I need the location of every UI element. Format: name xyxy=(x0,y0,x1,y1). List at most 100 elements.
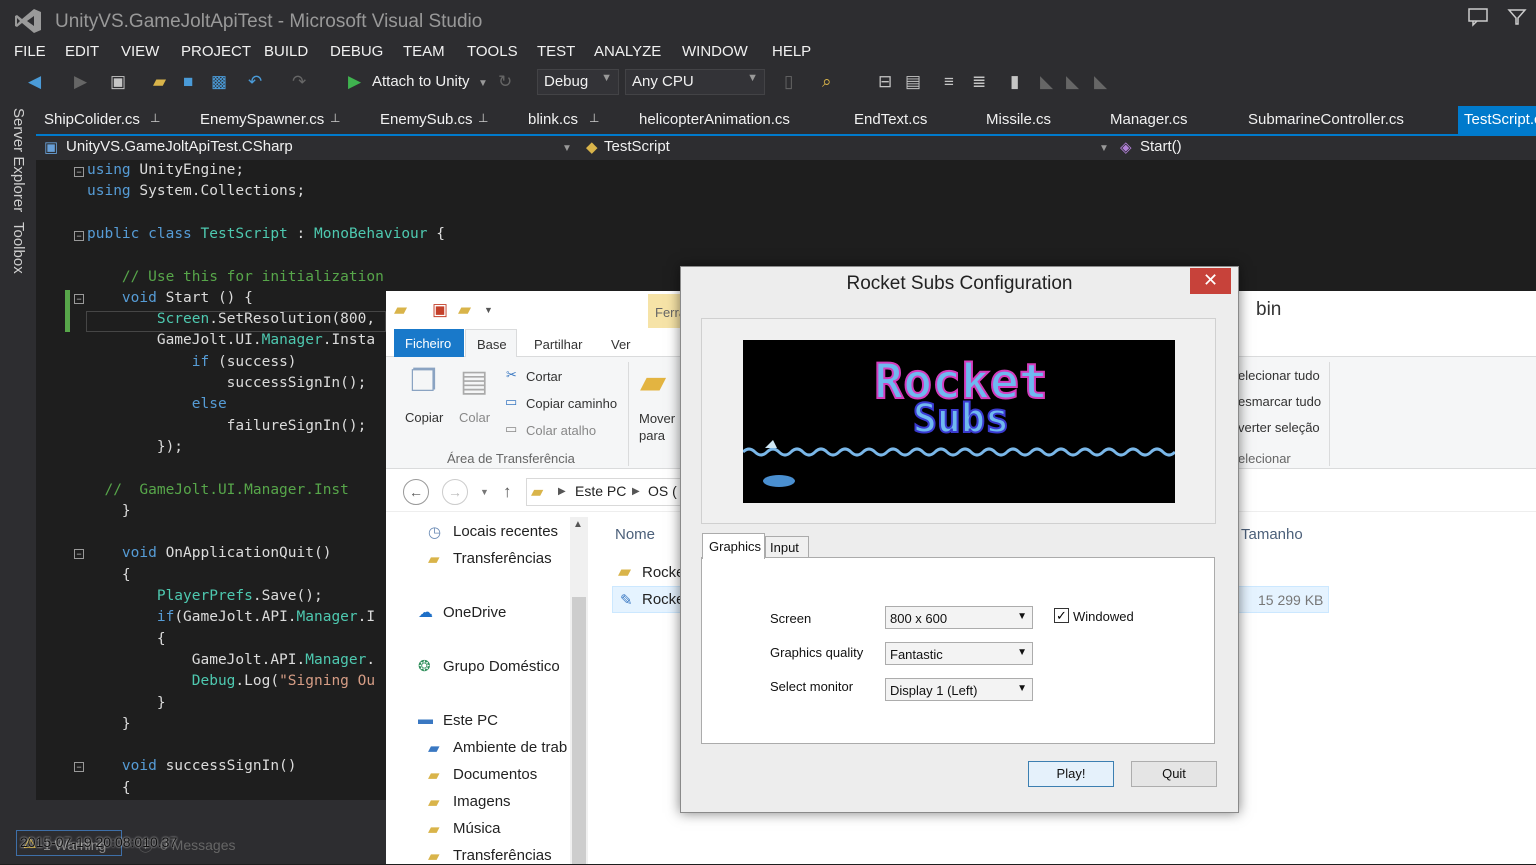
properties-icon[interactable]: ▤ xyxy=(905,72,921,92)
tab-base[interactable]: Base xyxy=(477,337,507,352)
tab-submarinecontroller[interactable]: SubmarineController.cs xyxy=(1248,111,1404,128)
tab-endtext[interactable]: EndText.cs xyxy=(854,111,927,128)
select-none-button[interactable]: esmarcar tudo xyxy=(1238,394,1321,409)
menu-team[interactable]: TEAM xyxy=(403,43,445,60)
uncomment-icon[interactable]: ≣ xyxy=(972,72,986,92)
attach-to-unity-button[interactable]: Attach to Unity xyxy=(372,73,470,90)
tab-input[interactable]: Input xyxy=(765,536,809,558)
tab-ficheiro[interactable]: Ficheiro xyxy=(394,329,464,357)
menu-test[interactable]: TEST xyxy=(537,43,575,60)
recent-locations-icon[interactable]: ▼ xyxy=(480,487,489,497)
fold-toggle-icon[interactable]: − xyxy=(74,231,84,241)
copy-path-button[interactable]: Copiar caminho xyxy=(526,396,617,411)
tab-testscript[interactable]: TestScript.cs xyxy=(1458,106,1536,134)
tab-helicopteranimation[interactable]: helicopterAnimation.cs xyxy=(639,111,790,128)
chevron-right-icon[interactable]: ▶ xyxy=(558,486,566,497)
find-in-files-icon[interactable]: ⌕ xyxy=(822,72,832,92)
graphics-quality-select[interactable]: Fantastic ▼ xyxy=(885,642,1033,665)
fold-toggle-icon[interactable]: − xyxy=(74,549,84,559)
menu-build[interactable]: BUILD xyxy=(264,43,308,60)
file-name[interactable]: Rocke xyxy=(642,564,685,581)
monitor-select[interactable]: Display 1 (Left) ▼ xyxy=(885,678,1033,701)
paste-shortcut-button[interactable]: Colar atalho xyxy=(526,423,596,438)
fold-toggle-icon[interactable]: − xyxy=(74,294,84,304)
tab-graphics[interactable]: Graphics xyxy=(702,533,765,559)
server-explorer-tab[interactable]: Server Explorer xyxy=(10,108,27,212)
back-nav-icon[interactable]: ◀ xyxy=(28,72,41,92)
prev-bookmark-icon[interactable]: ◣ xyxy=(1040,72,1053,92)
redo-icon[interactable]: ↷ xyxy=(292,72,306,92)
member-dropdown[interactable]: Start() xyxy=(1140,138,1182,160)
properties-icon[interactable]: ▣ xyxy=(432,300,448,320)
nav-desktop[interactable]: Ambiente de trab xyxy=(453,739,567,756)
nav-homegroup[interactable]: Grupo Doméstico xyxy=(443,658,560,675)
menu-help[interactable]: HELP xyxy=(772,43,811,60)
nav-pictures[interactable]: Imagens xyxy=(453,793,511,810)
fold-toggle-icon[interactable]: − xyxy=(74,167,84,177)
nav-recent[interactable]: Locais recentes xyxy=(453,523,558,540)
project-dropdown[interactable]: UnityVS.GameJoltApiTest.CSharp xyxy=(66,138,293,160)
menu-tools[interactable]: TOOLS xyxy=(467,43,518,60)
bookmark-icon[interactable]: ▮ xyxy=(1010,72,1019,92)
new-folder-icon[interactable]: ▰ xyxy=(458,300,471,320)
menu-view[interactable]: VIEW xyxy=(121,43,159,60)
menu-project[interactable]: PROJECT xyxy=(181,43,251,60)
forward-icon[interactable]: → xyxy=(442,479,468,505)
nav-scrollbar[interactable]: ▲ xyxy=(570,517,588,864)
clear-bookmarks-icon[interactable]: ◣ xyxy=(1094,72,1107,92)
tab-partilhar[interactable]: Partilhar xyxy=(534,337,582,352)
close-button[interactable]: ✕ xyxy=(1190,268,1231,294)
screen-select[interactable]: 800 x 600 ▼ xyxy=(885,606,1033,629)
nav-music[interactable]: Música xyxy=(453,820,501,837)
tab-blink[interactable]: blink.cs xyxy=(528,111,578,128)
tab-enemyspawner[interactable]: EnemySpawner.cs xyxy=(200,111,324,128)
menu-analyze[interactable]: ANALYZE xyxy=(594,43,661,60)
menu-window[interactable]: WINDOW xyxy=(682,43,748,60)
nav-onedrive[interactable]: OneDrive xyxy=(443,604,506,621)
attach-dropdown-icon[interactable]: ▼ xyxy=(478,78,488,89)
refresh-icon[interactable]: ↻ xyxy=(498,72,512,92)
column-header-name[interactable]: Nome xyxy=(615,526,655,543)
pin-icon[interactable]: ⊥ xyxy=(330,111,340,125)
menu-debug[interactable]: DEBUG xyxy=(330,43,383,60)
device-icon[interactable]: ▯ xyxy=(784,72,793,92)
cut-button[interactable]: Cortar xyxy=(526,369,562,384)
windowed-checkbox[interactable]: ✓ xyxy=(1054,608,1069,623)
nav-this-pc[interactable]: Este PC xyxy=(443,712,498,729)
up-icon[interactable]: ↑ xyxy=(503,482,512,502)
platform-select[interactable]: Any CPU ▼ xyxy=(625,69,765,95)
scrollbar-thumb[interactable] xyxy=(572,597,586,864)
address-segment-os[interactable]: OS ( xyxy=(648,483,677,499)
select-all-button[interactable]: elecionar tudo xyxy=(1238,368,1320,383)
nav-downloads-2[interactable]: Transferências xyxy=(453,847,552,864)
feedback-filter-icon[interactable] xyxy=(1507,7,1527,27)
pin-icon[interactable]: ⊥ xyxy=(478,111,488,125)
tab-ver[interactable]: Ver xyxy=(611,337,631,352)
nav-downloads[interactable]: Transferências xyxy=(453,550,552,567)
chevron-right-icon[interactable]: ▶ xyxy=(632,486,640,497)
save-all-icon[interactable]: ▩ xyxy=(211,72,227,92)
solution-config-select[interactable]: Debug ▼ xyxy=(537,69,619,95)
pin-icon[interactable]: ⊥ xyxy=(150,111,160,125)
paste-button[interactable]: Colar xyxy=(459,410,490,425)
pin-icon[interactable]: ⊥ xyxy=(589,111,599,125)
forward-nav-icon[interactable]: ▶ xyxy=(74,72,87,92)
copy-button[interactable]: Copiar xyxy=(405,410,443,425)
tab-manager[interactable]: Manager.cs xyxy=(1110,111,1188,128)
save-icon[interactable]: ■ xyxy=(183,72,193,92)
next-bookmark-icon[interactable]: ◣ xyxy=(1066,72,1079,92)
tab-shipcolider[interactable]: ShipColider.cs xyxy=(44,111,140,128)
tab-missile[interactable]: Missile.cs xyxy=(986,111,1051,128)
quit-button[interactable]: Quit xyxy=(1131,761,1217,787)
solution-explorer-icon[interactable]: ⊟ xyxy=(878,72,892,92)
move-to-button[interactable]: Mover para xyxy=(639,410,675,444)
menu-file[interactable]: FILE xyxy=(14,43,46,60)
open-folder-icon[interactable]: ▰ xyxy=(153,72,166,92)
menu-edit[interactable]: EDIT xyxy=(65,43,99,60)
back-icon[interactable]: ← xyxy=(403,479,429,505)
play-icon[interactable]: ▶ xyxy=(348,72,361,92)
play-button[interactable]: Play! xyxy=(1028,761,1114,787)
file-name[interactable]: Rocke xyxy=(642,591,685,608)
fold-toggle-icon[interactable]: − xyxy=(74,762,84,772)
comment-icon[interactable]: ≡ xyxy=(944,72,954,92)
